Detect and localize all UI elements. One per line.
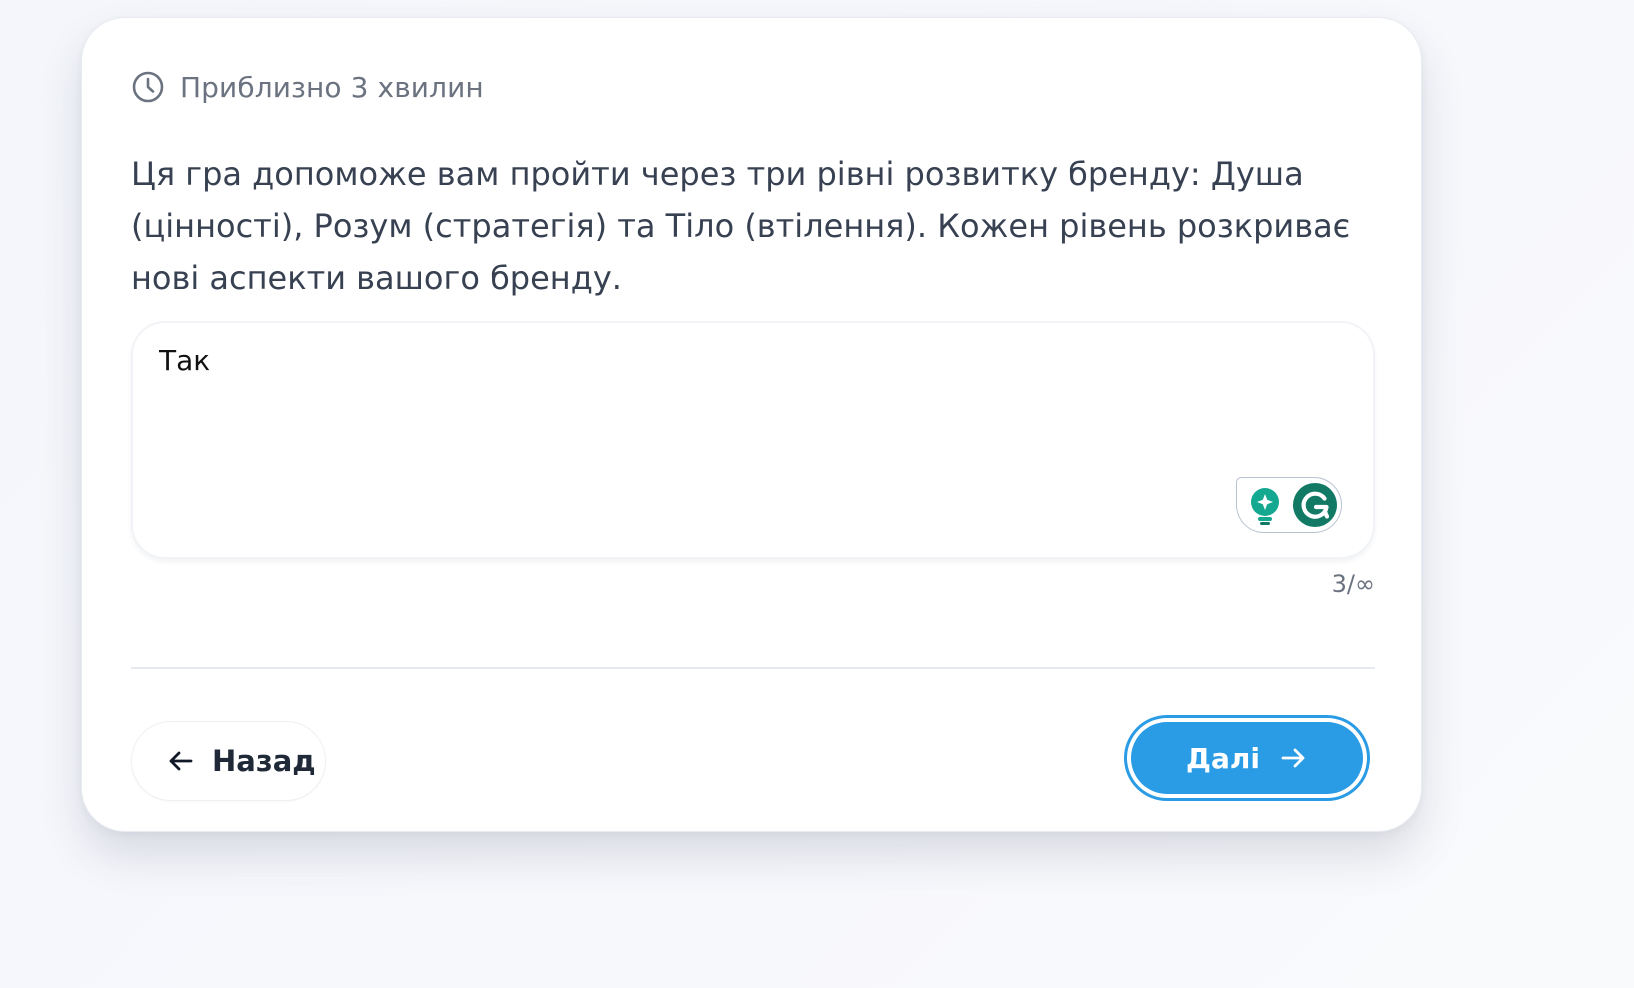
answer-field: Так <box>131 321 1375 559</box>
lightbulb-icon[interactable] <box>1246 486 1284 526</box>
clock-icon <box>131 70 165 104</box>
next-button-body[interactable]: Далі <box>1131 722 1363 794</box>
arrow-right-icon <box>1278 743 1308 773</box>
answer-input[interactable]: Так <box>159 341 1309 501</box>
time-estimate-label: Приблизно 3 хвилин <box>180 70 484 104</box>
game-description: Ця гра допоможе вам пройти через три рів… <box>131 155 1351 297</box>
character-counter: 3/∞ <box>1331 570 1375 598</box>
next-button-label: Далі <box>1186 741 1260 775</box>
next-button[interactable]: Далі <box>1124 715 1370 801</box>
question-card: Приблизно 3 хвилин Ця гра допоможе вам п… <box>81 17 1422 832</box>
back-button[interactable]: Назад <box>131 721 326 801</box>
divider <box>131 667 1375 669</box>
arrow-left-icon <box>166 746 196 776</box>
grammarly-widget[interactable] <box>1236 477 1342 533</box>
grammarly-icon[interactable] <box>1292 482 1338 528</box>
back-button-label: Назад <box>212 744 316 778</box>
time-estimate: Приблизно 3 хвилин <box>131 70 484 104</box>
